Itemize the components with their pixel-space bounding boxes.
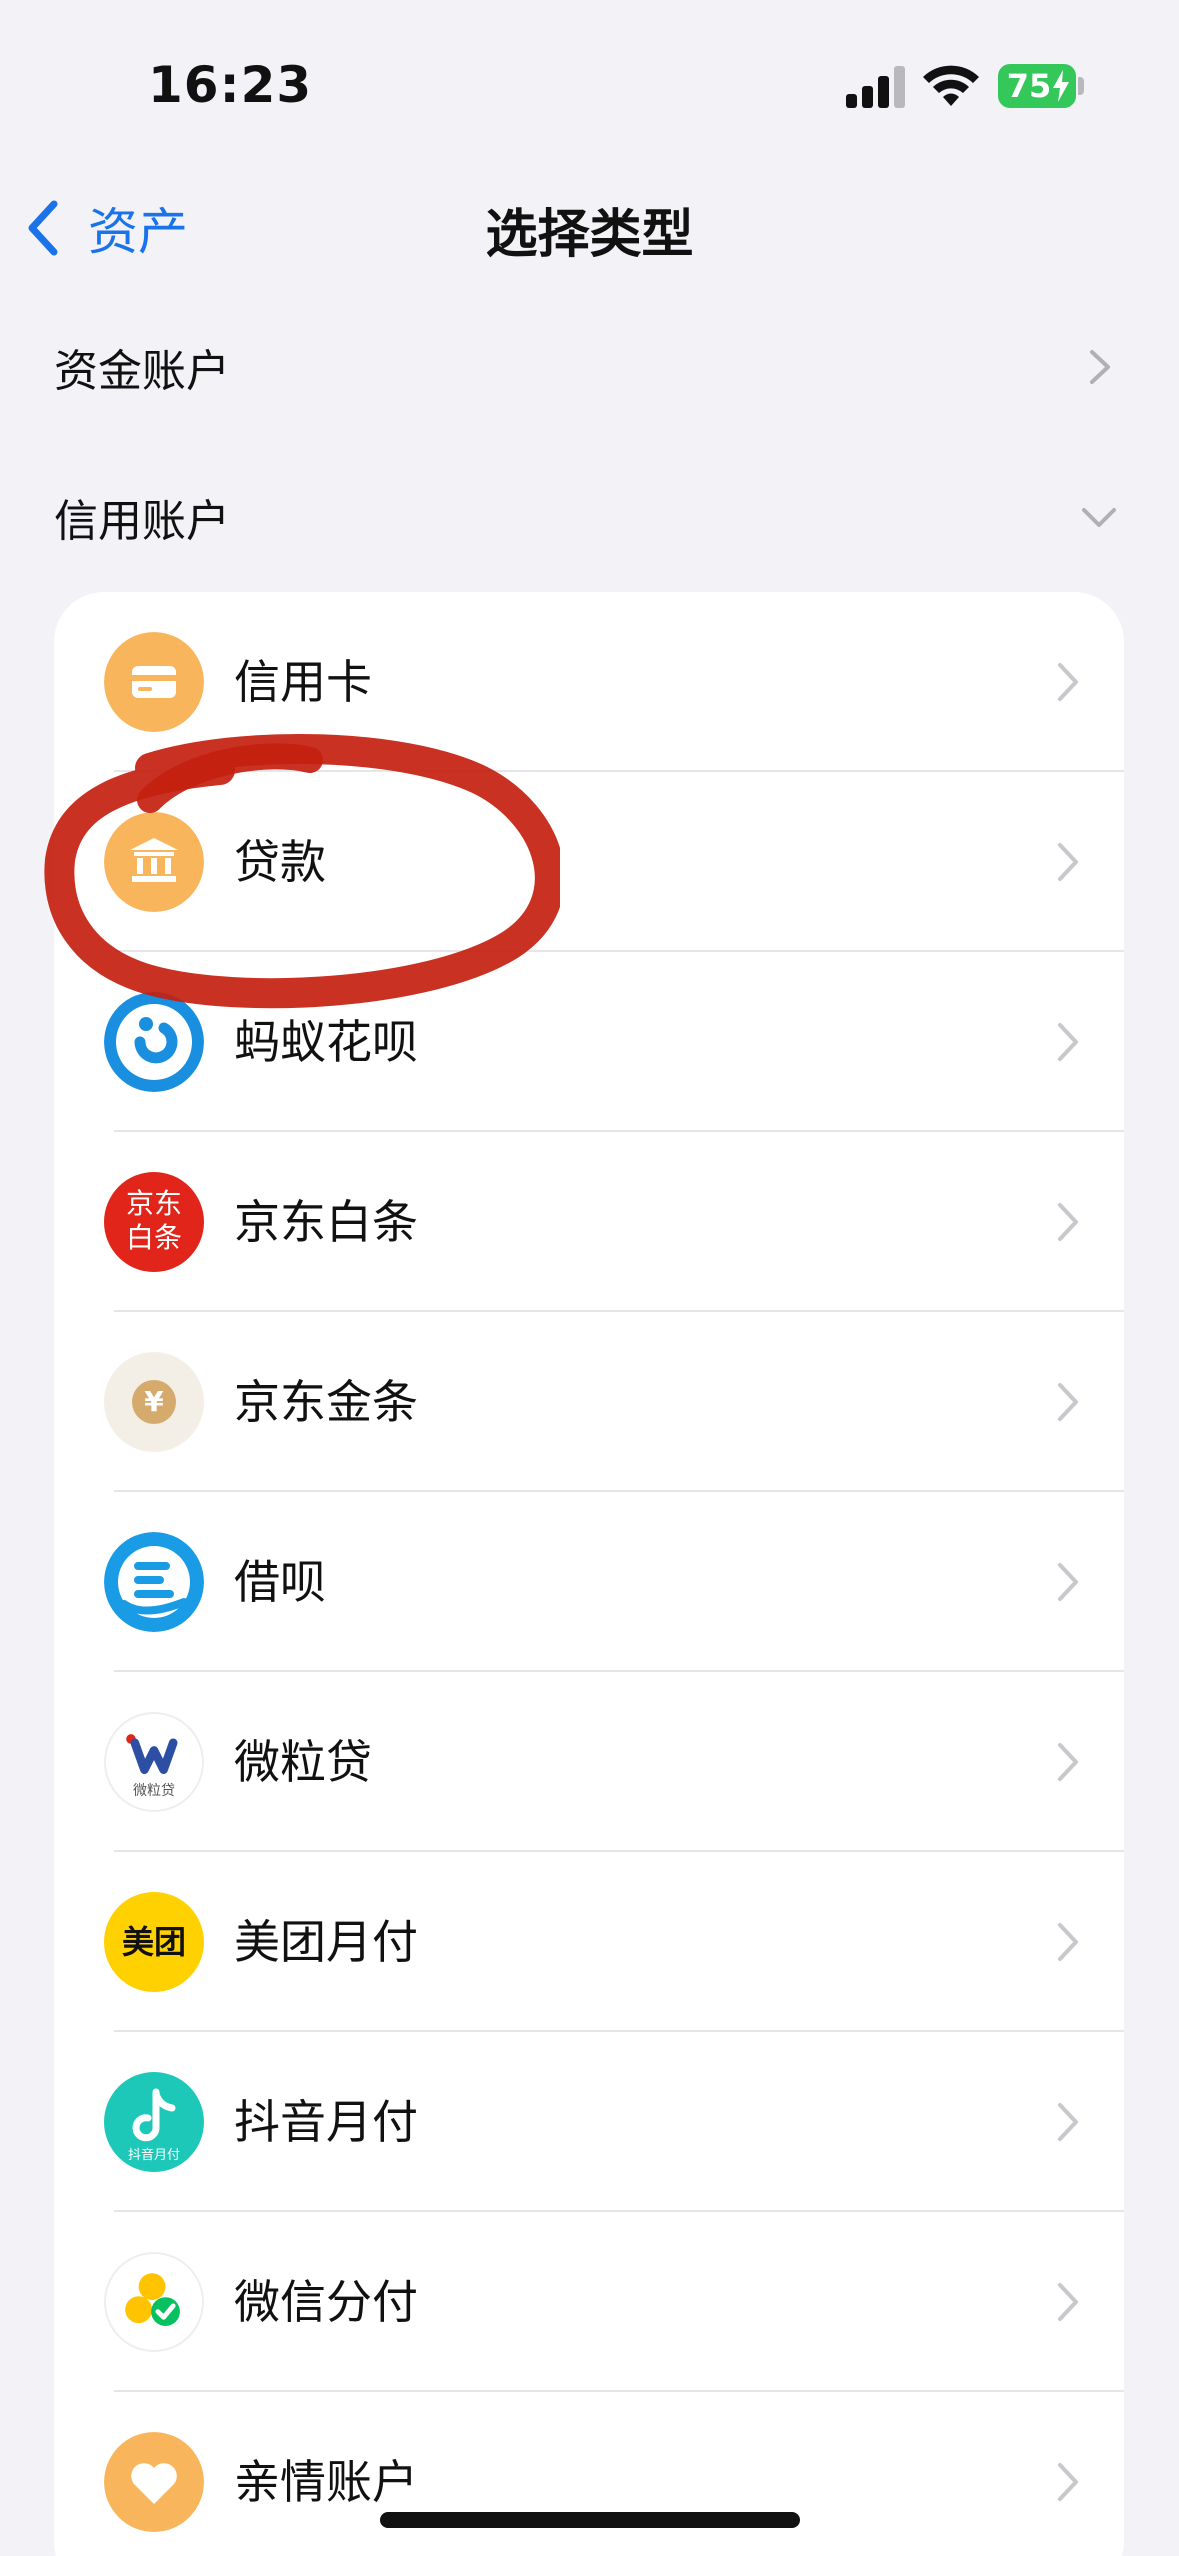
home-indicator: [380, 2512, 800, 2528]
meituan-logo-icon: 美团: [104, 1892, 204, 1992]
chevron-right-icon: [1058, 2283, 1078, 2321]
battery-cap: [1078, 77, 1084, 95]
heart-icon: [104, 2432, 204, 2532]
bank-icon: [104, 812, 204, 912]
chevron-right-icon: [1058, 1203, 1078, 1241]
jiebei-logo-icon: [104, 1532, 204, 1632]
list-item-meituan-yuefu[interactable]: 美团 美团月付: [54, 1852, 1124, 2032]
list-item-credit-card[interactable]: 信用卡: [54, 592, 1124, 772]
list-item-family-account[interactable]: 亲情账户: [54, 2392, 1124, 2556]
huabei-logo-icon: [104, 992, 204, 1092]
logo-text: 美团: [121, 1923, 186, 1961]
douyin-logo-icon: 抖音月付: [104, 2072, 204, 2172]
section-label: 信用账户: [54, 496, 230, 547]
list-item-label: 微信分付: [234, 2275, 418, 2329]
list-item-label: 微粒贷: [234, 1735, 372, 1789]
chevron-right-icon: [1090, 350, 1110, 384]
jd-jintiao-logo-icon: ¥: [104, 1352, 204, 1452]
list-item-huabei[interactable]: 蚂蚁花呗: [54, 952, 1124, 1132]
section-label: 资金账户: [54, 346, 230, 397]
logo-text: 京东: [125, 1187, 182, 1220]
chevron-right-icon: [1058, 2463, 1078, 2501]
logo-text: ¥: [132, 1380, 176, 1424]
page-title: 选择类型: [485, 205, 694, 265]
logo-text: 微粒贷: [133, 1783, 175, 1799]
screen: 16:23 75 资产 选择类型 资金账户 信用账户 信用卡 贷款 蚂蚁花呗 京…: [0, 0, 1179, 2556]
chevron-right-icon: [1058, 1383, 1078, 1421]
section-credit-accounts[interactable]: 信用账户: [54, 472, 1124, 562]
chevron-right-icon: [1058, 2103, 1078, 2141]
list-item-label: 京东金条: [234, 1375, 418, 1429]
list-item-label: 亲情账户: [234, 2455, 418, 2509]
credit-account-list: 信用卡 贷款 蚂蚁花呗 京东 白条 京东白条 ¥ 京东金条 借呗 微粒贷 微粒贷…: [54, 592, 1124, 2556]
list-item-label: 美团月付: [234, 1915, 418, 1969]
list-item-label: 信用卡: [234, 655, 372, 709]
list-item-loan[interactable]: 贷款: [54, 772, 1124, 952]
list-item-douyin-yuefu[interactable]: 抖音月付 抖音月付: [54, 2032, 1124, 2212]
list-item-jd-jintiao[interactable]: ¥ 京东金条: [54, 1312, 1124, 1492]
chevron-right-icon: [1058, 1743, 1078, 1781]
list-item-label: 贷款: [234, 835, 326, 889]
logo-text: 抖音月付: [127, 2148, 180, 2163]
battery-icon: 75: [998, 64, 1076, 108]
list-item-label: 蚂蚁花呗: [234, 1015, 418, 1069]
section-funds-accounts[interactable]: 资金账户: [54, 322, 1124, 412]
list-item-weilidai[interactable]: 微粒贷 微粒贷: [54, 1672, 1124, 1852]
list-item-jd-baitiao[interactable]: 京东 白条 京东白条: [54, 1132, 1124, 1312]
cellular-signal-icon: [846, 64, 906, 108]
chevron-down-icon: [1082, 508, 1116, 527]
chevron-right-icon: [1058, 843, 1078, 881]
weilidai-logo-icon: 微粒贷: [104, 1712, 204, 1812]
list-item-label: 借呗: [234, 1555, 326, 1609]
wechat-fenfu-logo-icon: [104, 2252, 204, 2352]
wifi-icon: [923, 65, 979, 106]
jd-baitiao-logo-icon: 京东 白条: [104, 1172, 204, 1272]
list-item-jiebei[interactable]: 借呗: [54, 1492, 1124, 1672]
chevron-right-icon: [1058, 1563, 1078, 1601]
chevron-right-icon: [1058, 1923, 1078, 1961]
status-time: 16:23: [148, 56, 313, 114]
credit-card-icon: [104, 632, 204, 732]
status-bar: 16:23 75: [0, 0, 1179, 170]
list-item-label: 京东白条: [234, 1195, 418, 1249]
chevron-right-icon: [1058, 1023, 1078, 1061]
logo-text: 白条: [125, 1221, 182, 1254]
list-item-label: 抖音月付: [234, 2095, 418, 2149]
charging-bolt-icon: [1053, 70, 1069, 102]
battery-level: 75: [1006, 67, 1052, 105]
list-item-wechat-fenfu[interactable]: 微信分付: [54, 2212, 1124, 2392]
chevron-right-icon: [1058, 663, 1078, 701]
